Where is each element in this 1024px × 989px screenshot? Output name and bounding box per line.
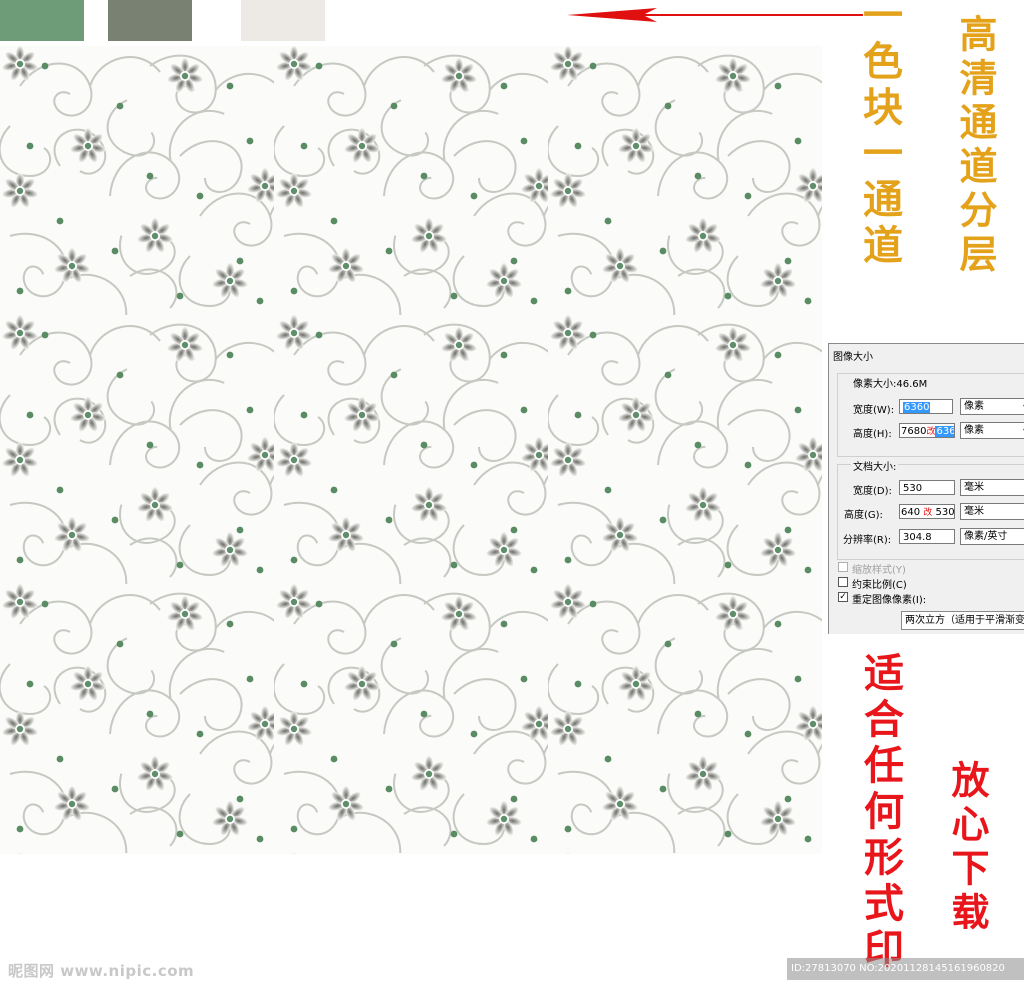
doc-width-unit-select[interactable]: 毫米 bbox=[960, 479, 1024, 496]
id-watermark: ID:27813070 NO:20201128145161960820 bbox=[787, 958, 1024, 980]
pixel-dimensions-label: 像素大小:46.6M bbox=[851, 375, 930, 390]
constrain-proportions-label: 约束比例(C) bbox=[852, 580, 907, 591]
scale-styles-checkbox[interactable] bbox=[838, 562, 848, 572]
color-swatch-olive bbox=[108, 0, 192, 41]
color-swatch-green bbox=[0, 0, 84, 41]
annotation-suitable-print: 适合任何形式印 bbox=[857, 652, 904, 974]
doc-height-input[interactable]: 640 改 530 bbox=[899, 504, 955, 519]
width-input[interactable]: 6360 bbox=[899, 399, 953, 414]
checkmark-icon: ✓ bbox=[839, 592, 847, 602]
doc-height-new-value: 530 bbox=[935, 507, 955, 518]
resample-method-select[interactable]: 两次立方（适用于平滑渐变） bbox=[901, 611, 1024, 630]
constrain-proportions-checkbox[interactable] bbox=[838, 577, 848, 587]
document-size-label: 文档大小: bbox=[851, 458, 899, 473]
height-label: 高度(H): bbox=[853, 429, 892, 440]
annotation-one-color-one-channel: 一色块一通道 bbox=[856, 0, 903, 270]
doc-height-old-value: 640 bbox=[901, 507, 921, 518]
width-unit-select[interactable]: 像素▾ bbox=[960, 398, 1024, 415]
doc-width-unit: 毫米 bbox=[964, 482, 984, 493]
resample-label: 重定图像像素(I): bbox=[852, 595, 927, 606]
doc-height-label: 高度(G): bbox=[844, 510, 883, 521]
color-swatch-light bbox=[241, 0, 325, 41]
width-label: 宽度(W): bbox=[853, 405, 895, 416]
scale-styles-label: 缩放样式(Y) bbox=[852, 565, 906, 576]
resolution-input[interactable]: 304.8 bbox=[899, 529, 955, 544]
doc-width-input[interactable]: 530 bbox=[899, 480, 955, 495]
width-value: 6360 bbox=[903, 402, 931, 413]
annotation-safe-download: 放心下载 bbox=[945, 760, 990, 936]
resample-checkbox[interactable]: ✓ bbox=[838, 592, 848, 602]
red-arrow-icon bbox=[567, 8, 863, 22]
dialog-title: 图像大小 bbox=[833, 352, 873, 363]
height-unit: 像素 bbox=[964, 425, 984, 436]
height-old-value: 7680 bbox=[901, 426, 927, 437]
height-new-value: 6360 bbox=[935, 426, 954, 437]
resolution-unit: 像素/英寸 bbox=[964, 531, 1008, 542]
doc-height-unit: 毫米 bbox=[964, 506, 984, 517]
height-unit-select[interactable]: 像素▾ bbox=[960, 422, 1024, 439]
image-size-dialog: 图像大小 像素大小:46.6M 宽度(W): 6360 像素▾ 高度(H): 7… bbox=[828, 343, 1024, 634]
height-input[interactable]: 7680改6360 bbox=[899, 423, 955, 438]
floral-pattern bbox=[0, 46, 822, 854]
resolution-unit-select[interactable]: 像素/英寸 bbox=[960, 528, 1024, 545]
doc-change-mark: 改 bbox=[923, 508, 933, 518]
annotation-hd-channel-layers: 高清通道分层 bbox=[953, 14, 998, 278]
resolution-label: 分辨率(R): bbox=[843, 535, 892, 546]
doc-height-unit-select[interactable]: 毫米 bbox=[960, 503, 1024, 520]
site-watermark: 昵图网 www.nipic.com bbox=[8, 962, 195, 980]
doc-width-label: 宽度(D): bbox=[853, 486, 892, 497]
width-unit: 像素 bbox=[964, 401, 984, 412]
